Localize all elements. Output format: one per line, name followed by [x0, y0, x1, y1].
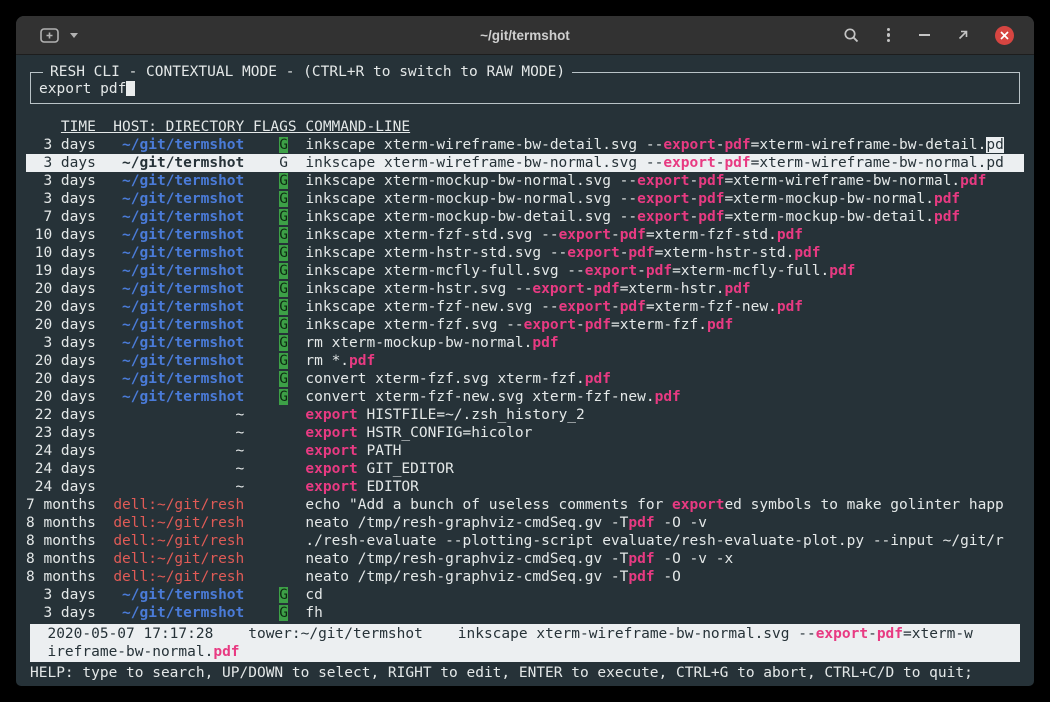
table-row[interactable]: 7 days ~/git/termshot G inkscape xterm-m…	[26, 208, 1024, 226]
table-row[interactable]: 3 days ~/git/termshot G cd	[26, 586, 1024, 604]
terminal-window: ~/git/termshot	[16, 16, 1034, 686]
new-tab-icon	[40, 28, 59, 43]
detail-line-2: ireframe-bw-normal.pdf	[30, 643, 1020, 661]
detail-line-1: 2020-05-07 17:17:28 tower:~/git/termshot…	[30, 625, 1020, 643]
table-row[interactable]: 24 days ~ export PATH	[26, 442, 1024, 460]
table-row[interactable]: 8 months dell:~/git/resh neato /tmp/resh…	[26, 514, 1024, 532]
restore-button[interactable]	[956, 28, 970, 42]
table-header: TIME HOST: DIRECTORY FLAGS COMMAND-LINE	[26, 118, 1024, 136]
minimize-button[interactable]	[917, 28, 931, 42]
search-input[interactable]: export pdf	[39, 81, 126, 97]
table-row[interactable]: 20 days ~/git/termshot G inkscape xterm-…	[26, 316, 1024, 334]
titlebar[interactable]: ~/git/termshot	[16, 16, 1034, 55]
table-row[interactable]: 8 months dell:~/git/resh ./resh-evaluate…	[26, 532, 1024, 550]
table-row[interactable]: 3 days ~/git/termshot G inkscape xterm-m…	[26, 190, 1024, 208]
table-row[interactable]: 3 days ~/git/termshot G rm xterm-mockup-…	[26, 334, 1024, 352]
table-row[interactable]: 3 days ~/git/termshot G inkscape xterm-m…	[26, 172, 1024, 190]
table-row[interactable]: 3 days ~/git/termshot G inkscape xterm-w…	[26, 154, 1024, 172]
terminal-content: RESH CLI - CONTEXTUAL MODE - (CTRL+R to …	[16, 55, 1034, 685]
dropdown-caret-icon[interactable]	[70, 33, 78, 38]
new-tab-button[interactable]	[40, 28, 59, 43]
table-row[interactable]: 24 days ~ export EDITOR	[26, 478, 1024, 496]
table-row[interactable]: 10 days ~/git/termshot G inkscape xterm-…	[26, 244, 1024, 262]
table-row[interactable]: 8 months dell:~/git/resh neato /tmp/resh…	[26, 568, 1024, 586]
table-row[interactable]: 10 days ~/git/termshot G inkscape xterm-…	[26, 226, 1024, 244]
desktop-background: ~/git/termshot	[0, 0, 1050, 702]
table-row[interactable]: 8 months dell:~/git/resh neato /tmp/resh…	[26, 550, 1024, 568]
close-button[interactable]	[995, 26, 1014, 45]
table-row[interactable]: 19 days ~/git/termshot G inkscape xterm-…	[26, 262, 1024, 280]
table-row[interactable]: 20 days ~/git/termshot G rm *.pdf	[26, 352, 1024, 370]
mode-label: RESH CLI - CONTEXTUAL MODE - (CTRL+R to …	[43, 63, 572, 81]
table-row[interactable]: 24 days ~ export GIT_EDITOR	[26, 460, 1024, 478]
search-box: RESH CLI - CONTEXTUAL MODE - (CTRL+R to …	[30, 72, 1020, 104]
history-list: 3 days ~/git/termshot G inkscape xterm-w…	[26, 136, 1024, 622]
table-row[interactable]: 20 days ~/git/termshot G inkscape xterm-…	[26, 298, 1024, 316]
table-row[interactable]: 20 days ~/git/termshot G inkscape xterm-…	[26, 280, 1024, 298]
table-row[interactable]: 22 days ~ export HISTFILE=~/.zsh_history…	[26, 406, 1024, 424]
table-row[interactable]: 23 days ~ export HSTR_CONFIG=hicolor	[26, 424, 1024, 442]
search-icon[interactable]	[843, 27, 860, 44]
close-icon	[1000, 31, 1009, 40]
selected-command-detail: 2020-05-07 17:17:28 tower:~/git/termshot…	[30, 624, 1020, 662]
table-row[interactable]: 20 days ~/git/termshot G convert xterm-f…	[26, 370, 1024, 388]
table-row[interactable]: 7 months dell:~/git/resh echo "Add a bun…	[26, 496, 1024, 514]
table-row[interactable]: 20 days ~/git/termshot G convert xterm-f…	[26, 388, 1024, 406]
menu-kebab-icon[interactable]	[885, 26, 892, 45]
text-cursor	[126, 80, 135, 96]
minimize-icon	[919, 34, 930, 36]
table-row[interactable]: 3 days ~/git/termshot G fh	[26, 604, 1024, 622]
table-row[interactable]: 3 days ~/git/termshot G inkscape xterm-w…	[26, 136, 1024, 154]
help-bar: HELP: type to search, UP/DOWN to select,…	[30, 664, 1020, 682]
